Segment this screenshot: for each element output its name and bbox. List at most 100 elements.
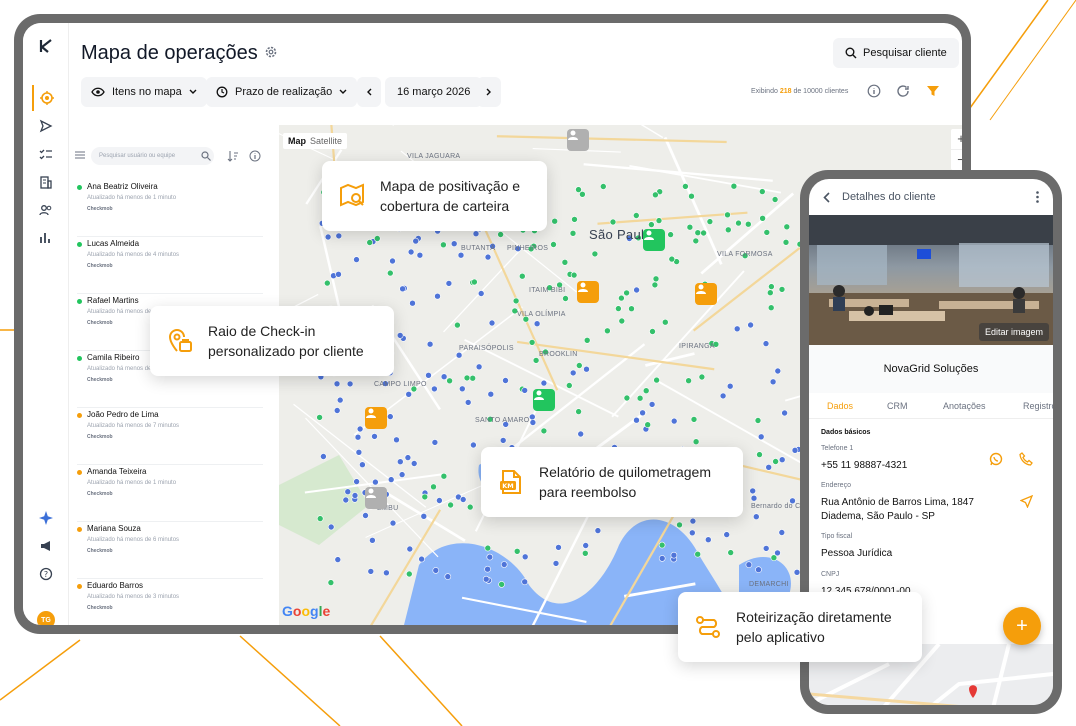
help-icon[interactable]: ? <box>32 561 60 587</box>
status-dot <box>77 527 82 532</box>
user-list-item[interactable]: Eduardo Barros Atualizado há menos de 3 m… <box>77 580 263 625</box>
user-name: Mariana Souza <box>87 524 141 533</box>
map-target-icon[interactable] <box>32 85 60 111</box>
user-app: Checkmob <box>87 320 113 326</box>
phone-header: Detalhes do cliente <box>809 179 1053 215</box>
send-icon[interactable] <box>32 113 60 139</box>
megaphone-icon[interactable] <box>32 533 60 559</box>
section-title: Dados básicos <box>821 429 871 436</box>
callout-positivacao-line1: Mapa de positivação e <box>380 178 521 194</box>
user-location-pin[interactable] <box>577 281 599 303</box>
user-location-pin[interactable] <box>365 487 387 509</box>
deadline-label: Prazo de realização <box>235 86 333 98</box>
user-list-item[interactable]: Lucas Almeida Atualizado há menos de 4 mi… <box>77 238 263 294</box>
date-picker[interactable]: 16 março 2026 <box>385 77 483 107</box>
user-updated: Atualizado há menos de 4 minutos <box>87 252 180 258</box>
user-name: Eduardo Barros <box>87 581 144 590</box>
user-updated: Atualizado há menos de 1 minuto <box>87 195 177 201</box>
map-place-label: VILA FORMOSA <box>717 251 773 258</box>
filter-icon[interactable] <box>926 84 940 98</box>
user-name: Rafael Martins <box>87 296 139 305</box>
tab-2[interactable]: Anotações <box>943 401 986 411</box>
more-vertical-icon[interactable] <box>1036 191 1039 203</box>
user-location-pin[interactable] <box>643 229 665 251</box>
status-dot <box>77 413 82 418</box>
map-place-label: VILA OLÍMPIA <box>517 311 566 318</box>
map-place-label: DEMARCHI <box>749 581 789 588</box>
user-updated: Atualizado há menos de 1 minuto <box>87 480 177 486</box>
deadline-dropdown[interactable]: Prazo de realização <box>206 77 358 107</box>
km-report-icon: KM <box>500 470 521 494</box>
phone-header-title: Detalhes do cliente <box>842 191 936 203</box>
map-type-satellite[interactable]: Satellite <box>310 136 342 146</box>
whatsapp-icon[interactable] <box>989 452 1003 466</box>
user-list-item[interactable]: Mariana Souza Atualizado há menos de 6 mi… <box>77 523 263 579</box>
user-list-item[interactable]: Ana Beatriz Oliveira Atualizado há menos … <box>77 181 263 237</box>
user-list-item[interactable]: Amanda Teixeira Atualizado há menos de 1 … <box>77 466 263 522</box>
user-location-pin[interactable] <box>533 389 555 411</box>
status-dot <box>77 185 82 190</box>
user-list-item[interactable]: João Pedro de Lima Atualizado há menos de… <box>77 409 263 465</box>
map-search-icon <box>340 183 364 207</box>
user-location-pin[interactable] <box>365 407 387 429</box>
items-on-map-label: Itens no mapa <box>112 86 182 98</box>
callout-checkin-line1: Raio de Check-in <box>208 323 316 339</box>
user-app: Checkmob <box>87 263 113 269</box>
user-name: Camila Ribeiro <box>87 353 140 362</box>
user-name: João Pedro de Lima <box>87 410 159 419</box>
address-label: Endereço <box>821 482 851 489</box>
map-place-label: PINHEIROS <box>507 245 549 252</box>
menu-icon[interactable] <box>75 151 85 159</box>
gear-icon[interactable] <box>264 45 278 59</box>
info-icon[interactable] <box>867 84 881 98</box>
route-icon <box>696 616 720 638</box>
phone-call-icon[interactable] <box>1019 452 1033 466</box>
items-on-map-dropdown[interactable]: Itens no mapa <box>81 77 207 107</box>
navigate-icon[interactable] <box>1020 495 1033 508</box>
next-date-button[interactable] <box>477 77 501 107</box>
svg-text:?: ? <box>44 570 48 579</box>
zoom-in-button[interactable]: + <box>951 129 962 149</box>
user-app: Checkmob <box>87 434 113 440</box>
zoom-out-button[interactable]: − <box>951 149 962 170</box>
chart-icon[interactable] <box>32 225 60 251</box>
address-value-line2: Diadema, São Paulo - SP <box>821 511 935 522</box>
prev-date-button[interactable] <box>357 77 381 107</box>
user-name: Lucas Almeida <box>87 239 140 248</box>
address-value-line1: Rua Antônio de Barros Lima, 1847 <box>821 497 974 508</box>
user-search-input[interactable]: Pesquisar usuário ou equipe <box>91 147 214 165</box>
user-name: Ana Beatriz Oliveira <box>87 182 158 191</box>
tab-0[interactable]: Dados <box>827 401 853 411</box>
page-title: Mapa de operações <box>81 42 258 64</box>
info-icon[interactable] <box>249 150 261 162</box>
avatar[interactable]: TG <box>37 611 55 625</box>
refresh-icon[interactable] <box>896 84 910 98</box>
building-icon[interactable] <box>32 169 60 195</box>
map-type-toggle[interactable]: Map Satellite <box>283 133 348 149</box>
tab-1[interactable]: CRM <box>887 401 908 411</box>
promo-stage: ? TG Mapa de operações Pesquisar cliente… <box>0 0 1076 726</box>
back-arrow-icon[interactable] <box>823 191 830 203</box>
team-icon[interactable] <box>32 197 60 223</box>
tab-3[interactable]: Registros <box>1023 401 1053 411</box>
logo-icon[interactable] <box>32 33 60 59</box>
user-location-pin[interactable] <box>695 283 717 305</box>
checklist-icon[interactable] <box>32 141 60 167</box>
map-type-map[interactable]: Map <box>288 136 306 146</box>
sort-icon[interactable] <box>227 150 239 162</box>
edit-image-button[interactable]: Editar imagem <box>978 323 1049 341</box>
add-fab-button[interactable]: + <box>1003 607 1041 645</box>
user-updated: Atualizado há menos de 6 minutos <box>87 537 180 543</box>
cnpj-label: CNPJ <box>821 571 840 578</box>
fiscal-type-label: Tipo fiscal <box>821 533 853 540</box>
client-photo: Editar imagem <box>809 215 1053 345</box>
user-location-pin[interactable] <box>567 129 589 151</box>
eye-icon <box>91 87 105 97</box>
map-place-label: IPIRANGA <box>679 343 715 350</box>
google-logo: Google <box>282 603 331 619</box>
sparkle-icon[interactable] <box>32 505 60 531</box>
search-client-button[interactable]: Pesquisar cliente <box>833 38 959 68</box>
showing-number: 218 <box>779 88 792 95</box>
zoom-controls: + − <box>951 129 962 170</box>
map-place-label: CAMPO LIMPO <box>374 381 427 388</box>
